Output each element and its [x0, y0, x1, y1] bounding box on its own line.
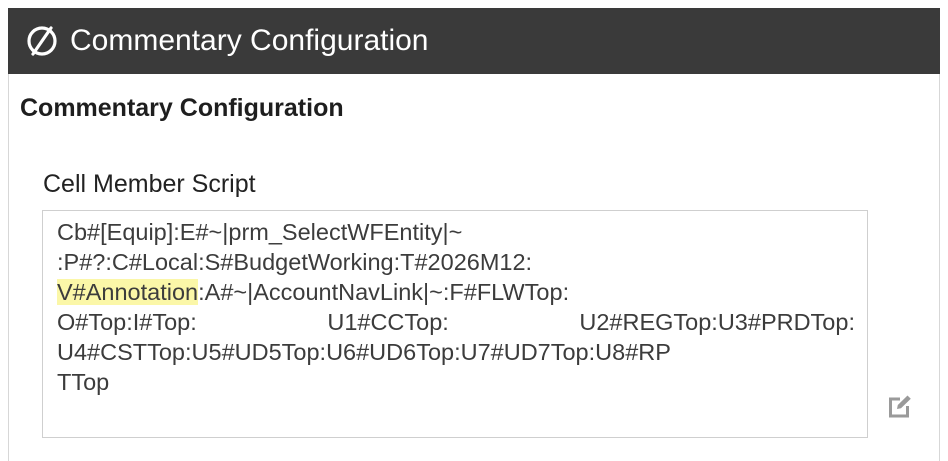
dialog-content: Commentary Configuration Cell Member Scr… — [8, 74, 940, 461]
script-text: U2#REGTop:U3#PRDTop: — [579, 309, 855, 335]
script-text: :P#?:C#Local:S#BudgetWorking:T#2026M12: — [57, 249, 533, 275]
onestream-logo-icon — [24, 23, 60, 59]
title-bar: Commentary Configuration — [8, 8, 940, 74]
script-line: Cb#[Equip]:E#~|prm_SelectWFEntity|~ — [57, 217, 855, 247]
window-title: Commentary Configuration — [70, 24, 429, 57]
script-text: TTop — [57, 369, 110, 395]
script-text: Cb#[Equip]:E#~|prm_SelectWFEntity|~ — [57, 219, 463, 245]
script-text: :A#~|AccountNavLink|~:F#FLWTop: — [198, 279, 570, 305]
script-text: U4#CSTTop:U5#UD5Top:U6#UD6Top:U7#UD7Top:… — [57, 339, 671, 365]
cell-member-script-label: Cell Member Script — [43, 170, 256, 198]
cell-member-script-field[interactable]: Cb#[Equip]:E#~|prm_SelectWFEntity|~ :P#?… — [42, 210, 868, 438]
script-text: O#Top:I#Top: — [57, 309, 197, 335]
script-text: U1#CCTop: — [327, 309, 449, 335]
script-line: V#Annotation:A#~|AccountNavLink|~:F#FLWT… — [57, 277, 855, 307]
script-line: TTop — [57, 367, 855, 397]
page: Commentary Configuration Commentary Conf… — [0, 0, 948, 461]
script-line: U4#CSTTop:U5#UD5Top:U6#UD6Top:U7#UD7Top:… — [57, 337, 855, 367]
script-line: O#Top:I#Top: U1#CCTop: U2#REGTop:U3#PRDT… — [57, 307, 855, 337]
section-heading: Commentary Configuration — [20, 94, 344, 122]
edit-icon — [885, 392, 913, 425]
edit-script-button[interactable] — [882, 391, 916, 425]
highlighted-member: V#Annotation — [57, 279, 199, 305]
script-line: :P#?:C#Local:S#BudgetWorking:T#2026M12: — [57, 247, 855, 277]
